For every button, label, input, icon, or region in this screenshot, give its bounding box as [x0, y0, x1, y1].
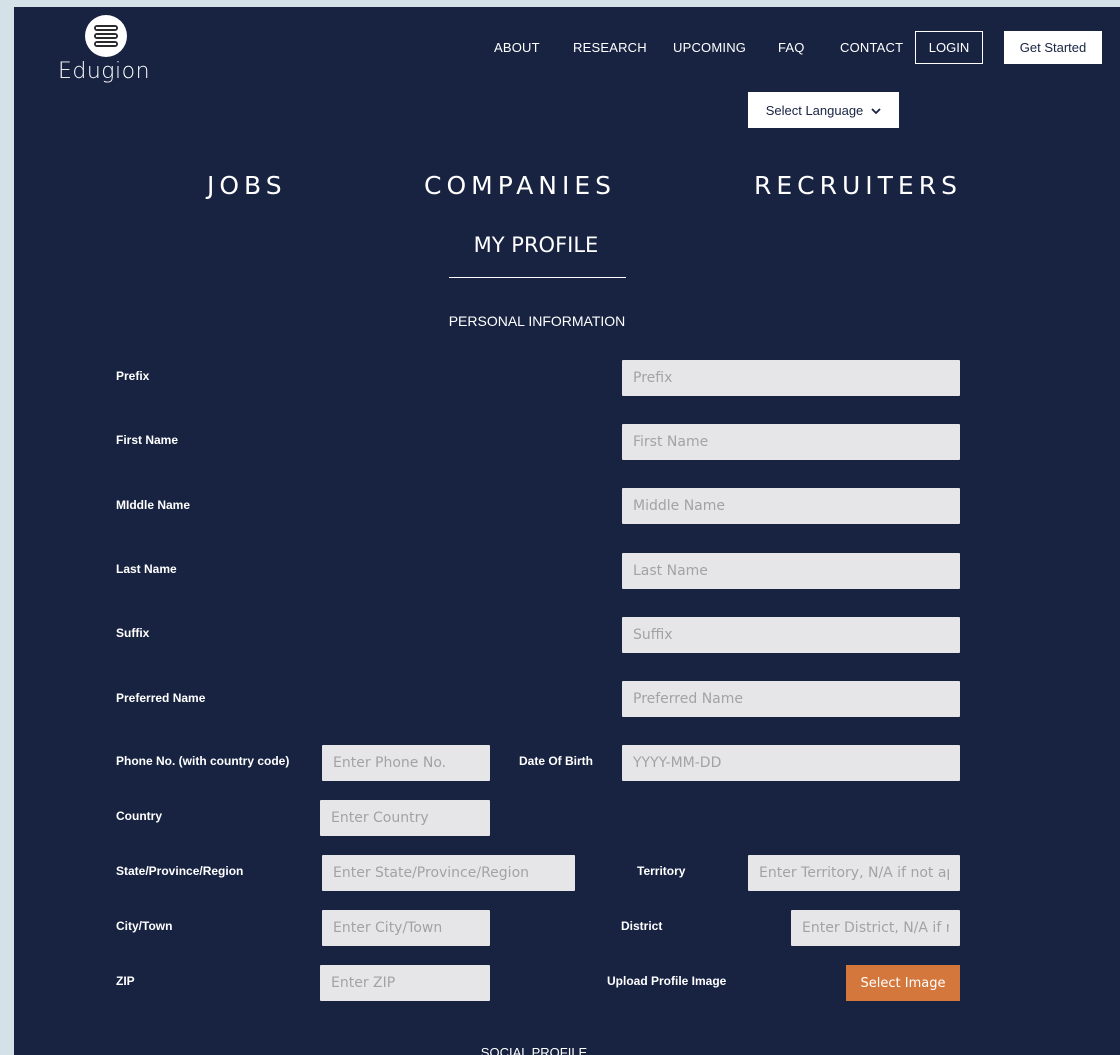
page: Edugion ABOUT RESEARCH UPCOMING FAQ CONT… [14, 7, 1120, 1055]
nav-faq[interactable]: FAQ [778, 40, 805, 55]
jobs-link[interactable]: JOBS [207, 171, 287, 200]
chevron-down-icon [871, 103, 881, 118]
city-input[interactable] [322, 910, 490, 946]
district-label: District [621, 919, 663, 933]
first-name-input[interactable] [622, 424, 960, 460]
last-name-label: Last Name [116, 562, 177, 576]
language-label: Select Language [765, 102, 864, 118]
territory-label: Territory [637, 864, 686, 878]
last-name-input[interactable] [622, 553, 960, 589]
dob-label: Date Of Birth [519, 754, 594, 768]
country-label: Country [116, 809, 162, 823]
nav-upcoming[interactable]: UPCOMING [673, 40, 746, 55]
middle-name-input[interactable] [622, 488, 960, 524]
logo-books-icon[interactable] [85, 15, 127, 57]
personal-info-heading: PERSONAL INFORMATION [448, 313, 626, 329]
preferred-name-input[interactable] [622, 681, 960, 717]
login-button[interactable]: LOGIN [915, 31, 983, 64]
page-title: MY PROFILE [473, 233, 599, 257]
nav-about[interactable]: ABOUT [494, 40, 540, 55]
recruiters-link[interactable]: RECRUITERS [754, 171, 962, 200]
suffix-input[interactable] [622, 617, 960, 653]
preferred-name-label: Preferred Name [116, 691, 206, 705]
first-name-label: First Name [116, 433, 179, 447]
get-started-button[interactable]: Get Started [1004, 31, 1102, 64]
title-divider [449, 277, 626, 278]
state-label: State/Province/Region [116, 864, 244, 878]
nav-contact[interactable]: CONTACT [840, 40, 903, 55]
middle-name-label: MIddle Name [116, 498, 191, 512]
prefix-label: Prefix [116, 369, 150, 383]
dob-input[interactable] [622, 745, 960, 781]
state-input[interactable] [322, 855, 575, 891]
brand-name[interactable]: Edugion [58, 59, 158, 84]
territory-input[interactable] [748, 855, 960, 891]
upload-image-label: Upload Profile Image [607, 974, 727, 988]
language-select[interactable]: Select Language [748, 92, 899, 128]
zip-label: ZIP [116, 974, 135, 988]
country-input[interactable] [320, 800, 490, 836]
prefix-input[interactable] [622, 360, 960, 396]
phone-input[interactable] [322, 745, 490, 781]
suffix-label: Suffix [116, 626, 150, 640]
city-label: City/Town [116, 919, 173, 933]
zip-input[interactable] [320, 965, 490, 1001]
phone-label: Phone No. (with country code) [116, 754, 290, 768]
district-input[interactable] [791, 910, 960, 946]
social-profile-heading: SOCIAL PROFILE [480, 1045, 588, 1055]
nav-research[interactable]: RESEARCH [573, 40, 647, 55]
companies-link[interactable]: COMPANIES [424, 171, 616, 200]
select-image-button[interactable]: Select Image [846, 965, 960, 1001]
